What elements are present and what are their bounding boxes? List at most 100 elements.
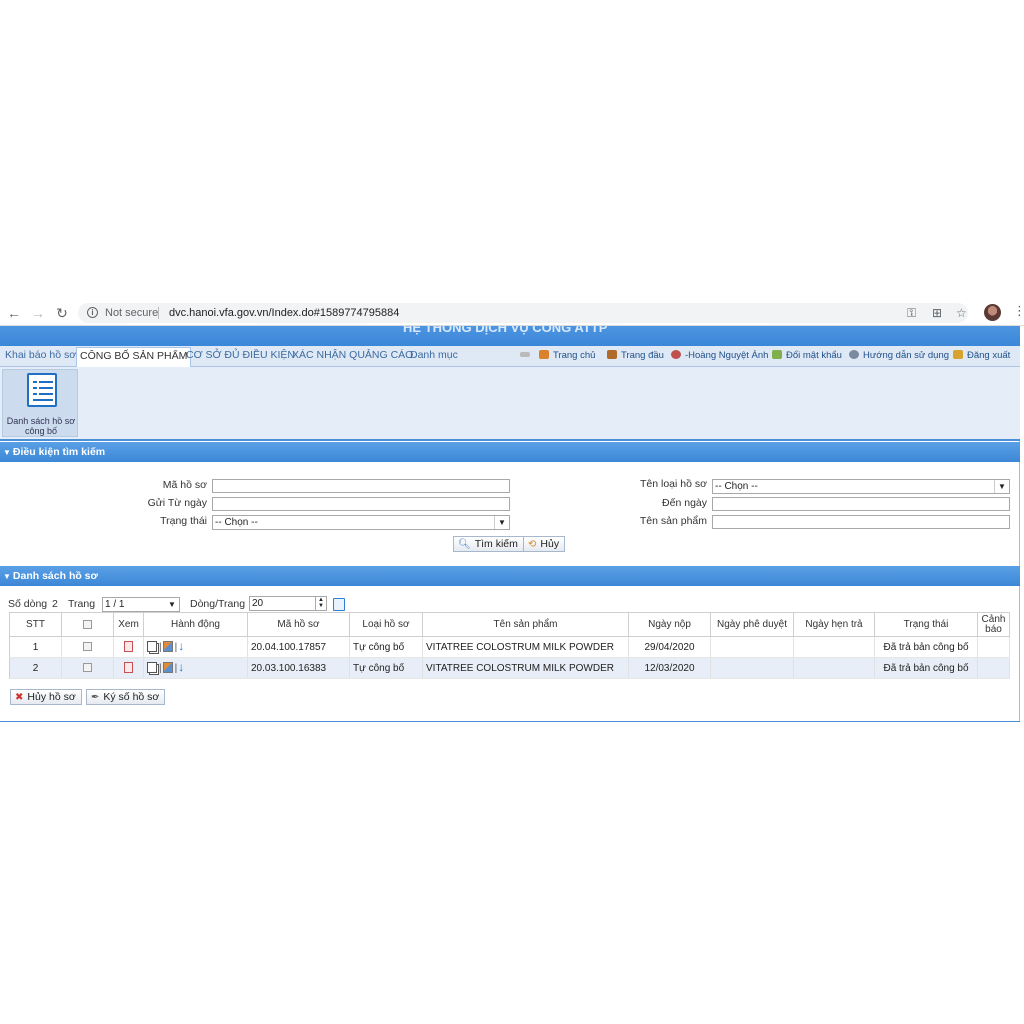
page-select[interactable]: 1 / 1 ▼ (102, 597, 180, 612)
cell-view[interactable] (113, 657, 144, 679)
more-menu-icon[interactable]: ⋮ (1013, 303, 1024, 319)
col-hanh-dong[interactable]: Hành động (143, 612, 248, 637)
cell-ngay-hen-tra (793, 636, 875, 658)
rows-per-page-input[interactable]: 20 ▲ ▼ (249, 596, 327, 611)
tab-khai-bao[interactable]: Khai báo hồ sơ (5, 349, 76, 361)
col-ngay-nop[interactable]: Ngày nộp (628, 612, 711, 637)
forward-icon[interactable]: → (29, 304, 47, 322)
spinner-icon[interactable]: ▲ ▼ (315, 597, 326, 610)
row-checkbox[interactable] (83, 663, 92, 673)
download-icon[interactable]: ↓ (178, 661, 184, 673)
rows-per-page-value: 20 (252, 598, 264, 609)
copy-icon[interactable] (147, 641, 157, 653)
cell-select[interactable] (61, 657, 114, 679)
app-page: HỆ THỐNG DỊCH VỤ CÔNG ATTP Khai báo hồ s… (0, 326, 1020, 722)
translate-icon[interactable]: ⊞ (932, 305, 942, 321)
col-stt[interactable]: STT (9, 612, 62, 637)
banner-title: HỆ THỐNG DỊCH VỤ CÔNG ATTP (403, 326, 608, 335)
row-checkbox[interactable] (83, 642, 92, 652)
col-trang-thai[interactable]: Trạng thái (874, 612, 978, 637)
download-icon[interactable]: ↓ (178, 640, 184, 652)
tab-co-so-du-dieu-kien[interactable]: CƠ SỞ ĐỦ ĐIỀU KIỆN (186, 349, 295, 361)
ten-san-pham-input[interactable] (712, 515, 1010, 529)
link-user[interactable]: -Hoàng Nguyệt Ánh (671, 350, 768, 361)
back-icon[interactable]: ← (5, 304, 23, 322)
cell-ma-ho-so[interactable]: 20.04.100.17857 (247, 636, 350, 658)
cell-trang-thai: Đã trả bản công bố (874, 636, 978, 658)
cell-ten-san-pham: VITATREE COLOSTRUM MILK POWDER (422, 636, 629, 658)
trang-thai-select[interactable]: -- Chọn -- ▼ (212, 515, 510, 530)
search-button[interactable]: 🔍︎ Tìm kiếm (453, 536, 524, 552)
link-change-password-label: Đổi mật khẩu (786, 350, 842, 361)
page-value: 1 / 1 (105, 599, 125, 610)
ma-ho-so-input[interactable] (212, 479, 510, 493)
link-guide[interactable]: Hướng dẫn sử dụng (849, 350, 949, 361)
link-change-password[interactable]: Đổi mật khẩu (772, 350, 842, 361)
tab-cong-bo-san-pham[interactable]: CÔNG BỐ SẢN PHẨM (76, 347, 192, 367)
col-canh-bao[interactable]: Cảnh báo (977, 612, 1010, 637)
collapse-icon: ▼ (3, 448, 11, 457)
footer-divider (0, 721, 1020, 722)
cell-ma-ho-so[interactable]: 20.03.100.16383 (247, 657, 350, 679)
search-button-label: Tìm kiếm (474, 538, 518, 550)
col-xem[interactable]: Xem (113, 612, 144, 637)
not-secure-label[interactable]: Not secure (105, 307, 158, 319)
tab-danh-muc[interactable]: Danh mục (410, 349, 458, 361)
tab-xac-nhan-quang-cao[interactable]: XÁC NHẬN QUẢNG CÁO (292, 349, 413, 361)
so-dong-value: 2 (52, 598, 58, 610)
key-icon[interactable]: ⚿ (907, 305, 916, 321)
cell-loai-ho-so: Tự công bố (349, 657, 423, 679)
ten-loai-ho-so-select[interactable]: -- Chọn -- ▼ (712, 479, 1010, 494)
cell-view[interactable] (113, 636, 144, 658)
cancel-button[interactable]: ⟲ Hủy (523, 536, 566, 552)
edit-icon[interactable] (162, 662, 173, 674)
user-name: -Hoàng Nguyệt Ánh (685, 350, 769, 361)
address-bar[interactable]: i Not secure dvc.hanoi.vfa.gov.vn/Index.… (78, 303, 968, 323)
select-all-checkbox[interactable] (83, 619, 92, 629)
ribbon-button-label: Danh sách hồ sơ công bố (6, 416, 76, 436)
link-first-page[interactable]: Trang đầu (607, 350, 664, 361)
star-icon[interactable]: ☆ (956, 305, 967, 321)
gui-tu-ngay-label: Gửi Từ ngày (147, 497, 207, 509)
pdf-icon[interactable] (124, 641, 133, 653)
link-home[interactable]: Trang chủ (539, 350, 595, 361)
col-loai-ho-so[interactable]: Loại hồ sơ (349, 612, 423, 637)
copy-icon[interactable] (147, 662, 157, 674)
col-ngay-phe-duyet[interactable]: Ngày phê duyệt (710, 612, 794, 637)
export-icon[interactable] (333, 598, 345, 611)
info-icon[interactable]: i (87, 307, 98, 318)
app-banner: HỆ THỐNG DỊCH VỤ CÔNG ATTP (0, 326, 1020, 346)
edit-icon[interactable] (162, 641, 173, 653)
ribbon-danh-sach-button[interactable]: Danh sách hồ sơ công bố (2, 369, 78, 437)
ky-so-ho-so-button[interactable]: ✒ Ký số hồ sơ (86, 689, 166, 705)
chevron-down-icon: ▼ (494, 516, 509, 529)
records-table: STT Xem Hành động Mã hồ sơ Loại hồ sơ Tê… (9, 612, 1010, 679)
col-ten-san-pham[interactable]: Tên sản phẩm (422, 612, 629, 637)
ten-loai-ho-so-label: Tên loại hồ sơ (639, 478, 707, 490)
headset-icon (849, 350, 859, 359)
ma-ho-so-label: Mã hồ sơ (162, 479, 207, 491)
huy-ho-so-button[interactable]: ✖ Hủy hồ sơ (10, 689, 82, 705)
url-text[interactable]: dvc.hanoi.vfa.gov.vn/Index.do#1589774795… (169, 307, 399, 319)
reload-icon[interactable]: ↻ (53, 304, 71, 322)
cell-ngay-phe-duyet (710, 657, 794, 679)
menu-toggle-icon[interactable] (520, 350, 534, 361)
list-section-header[interactable]: ▼ Danh sách hồ sơ (0, 566, 1020, 586)
cell-stt: 2 (9, 657, 62, 679)
ten-san-pham-label: Tên sản phẩm (639, 515, 707, 527)
gui-tu-ngay-input[interactable] (212, 497, 510, 511)
col-select-all[interactable] (61, 612, 114, 637)
collapse-icon: ▼ (3, 572, 11, 581)
search-section-header[interactable]: ▼ Điều kiện tìm kiếm (0, 442, 1020, 462)
table-row[interactable]: 1 | |↓ 20.04.100.17857 Tự công bố VITATRE… (9, 636, 1010, 658)
cell-canh-bao (977, 657, 1010, 679)
col-ma-ho-so[interactable]: Mã hồ sơ (247, 612, 350, 637)
cell-select[interactable] (61, 636, 114, 658)
den-ngay-input[interactable] (712, 497, 1010, 511)
profile-avatar[interactable] (984, 304, 1001, 321)
table-row[interactable]: 2 | |↓ 20.03.100.16383 Tự công bố VITATRE… (9, 657, 1010, 679)
pdf-icon[interactable] (124, 662, 133, 674)
col-ngay-hen-tra[interactable]: Ngày hẹn trả (793, 612, 875, 637)
page-icon (607, 350, 617, 359)
link-logout[interactable]: Đăng xuất (953, 350, 1010, 361)
